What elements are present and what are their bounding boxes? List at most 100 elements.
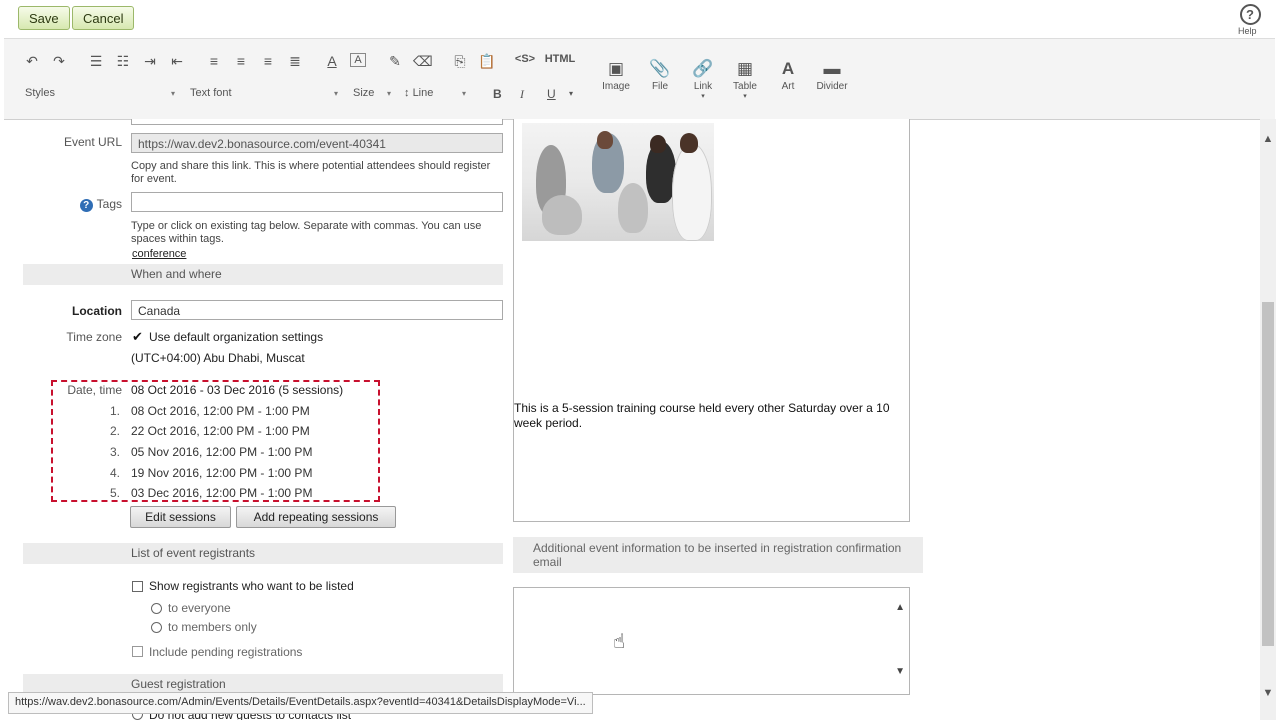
link-icon: 🔗 (692, 59, 714, 78)
title-field[interactable] (131, 119, 503, 125)
image-icon: ▣ (607, 59, 625, 78)
to-everyone-label: to everyone (168, 601, 231, 615)
description-editor[interactable]: This is a 5-session training course held… (513, 119, 910, 522)
show-registrants-label: Show registrants who want to be listed (149, 579, 354, 593)
tag-link-conference[interactable]: conference (132, 248, 186, 261)
scroll-up-icon[interactable]: ▲ (1260, 133, 1276, 145)
datetime-label: Date, time (67, 383, 122, 397)
art-icon: A (781, 59, 795, 78)
session-number: 1. (109, 404, 120, 418)
line-spacing-dropdown[interactable]: ↕ Line ▾ (404, 87, 472, 99)
help-button[interactable]: ? Help (1238, 4, 1262, 36)
font-color-icon[interactable]: A (323, 53, 341, 69)
confirmation-email-editor[interactable]: ▲ ▼ (513, 587, 910, 695)
add-repeating-sessions-button[interactable]: Add repeating sessions (236, 506, 396, 528)
file-button[interactable]: 📎 File (638, 59, 682, 92)
when-where-header: When and where (23, 264, 503, 285)
image-button[interactable]: ▣ Image (594, 59, 638, 92)
copy-icon[interactable]: ⎘ (451, 53, 469, 70)
help-label: Help (1238, 26, 1257, 36)
to-members-radio[interactable] (151, 622, 162, 633)
text-font-dropdown[interactable]: Text font ▾ (190, 87, 340, 99)
timezone-checkbox[interactable]: ✔ (132, 330, 143, 343)
save-button[interactable]: Save (18, 6, 70, 30)
indent-icon[interactable]: ⇥ (141, 53, 159, 70)
divider-label: Divider (816, 81, 848, 92)
styles-dropdown[interactable]: Styles ▾ (25, 87, 175, 99)
html-button[interactable]: HTML (542, 53, 578, 65)
align-center-icon[interactable]: ≡ (232, 53, 250, 69)
file-label: File (651, 81, 669, 92)
scroll-up-icon[interactable]: ▲ (895, 602, 905, 613)
show-registrants-checkbox[interactable] (132, 581, 143, 592)
include-pending-label: Include pending registrations (149, 645, 303, 659)
styles-label: Styles (25, 87, 55, 99)
align-left-icon[interactable]: ≡ (205, 53, 223, 69)
source-icon[interactable]: <S> (514, 53, 536, 65)
line-label: Line (412, 87, 434, 99)
text-font-label: Text font (190, 87, 232, 99)
hand-cursor-icon: ☝ (613, 631, 626, 653)
location-field[interactable]: Canada (131, 300, 503, 320)
to-members-label: to members only (168, 620, 257, 634)
align-justify-icon[interactable]: ≣ (286, 53, 304, 70)
bold-icon[interactable]: B (493, 87, 502, 101)
event-url-field[interactable]: https://wav.dev2.bonasource.com/event-40… (131, 133, 503, 153)
scroll-down-icon[interactable]: ▼ (1260, 687, 1276, 699)
include-pending-checkbox[interactable] (132, 646, 143, 657)
cancel-button[interactable]: Cancel (72, 6, 135, 30)
divider-button[interactable]: ▬ Divider (810, 59, 854, 92)
edit-sessions-button[interactable]: Edit sessions (130, 506, 231, 528)
highlight-icon[interactable]: A (350, 53, 366, 67)
table-button[interactable]: ▦ Table ▾ (723, 59, 767, 100)
size-label: Size (353, 87, 375, 99)
scrollbar-thumb[interactable] (1262, 302, 1274, 646)
session-datetime: 19 Nov 2016, 12:00 PM - 1:00 PM (131, 466, 313, 480)
timezone-checkbox-label: Use default organization settings (149, 330, 324, 344)
link-button[interactable]: 🔗 Link ▾ (681, 59, 725, 100)
art-button[interactable]: A Art (766, 59, 810, 92)
ordered-list-icon[interactable]: ☰ (87, 53, 105, 70)
additional-info-header: Additional event information to be inser… (513, 537, 923, 573)
format-painter-icon[interactable]: ✎ (386, 53, 404, 70)
chevron-down-icon: ▾ (701, 93, 705, 100)
underline-icon[interactable]: U (547, 87, 556, 101)
eraser-icon[interactable]: ⌫ (413, 53, 433, 70)
session-number: 2. (109, 424, 120, 438)
line-spacing-icon: ↕ (404, 87, 410, 99)
registrants-header: List of event registrants (23, 543, 503, 564)
chevron-down-icon: ▾ (171, 89, 176, 98)
align-right-icon[interactable]: ≡ (259, 53, 277, 69)
scroll-down-icon[interactable]: ▼ (895, 666, 905, 677)
unordered-list-icon[interactable]: ☷ (114, 53, 132, 70)
page-scrollbar[interactable]: ▲ ▼ (1260, 119, 1276, 720)
link-label: Link (693, 81, 713, 92)
undo-icon[interactable]: ↶ (23, 53, 41, 70)
size-dropdown[interactable]: Size ▾ (353, 87, 393, 99)
datetime-summary: 08 Oct 2016 - 03 Dec 2016 (5 sessions) (131, 383, 344, 397)
tags-label: Tags (96, 197, 122, 211)
session-number: 3. (109, 445, 120, 459)
paste-icon[interactable]: 📋 (478, 53, 496, 70)
italic-icon[interactable]: I (520, 87, 524, 102)
chevron-down-icon: ▾ (743, 93, 747, 100)
outdent-icon[interactable]: ⇤ (168, 53, 186, 70)
session-number: 5. (109, 486, 120, 500)
art-label: Art (781, 81, 795, 92)
tags-field[interactable] (131, 192, 503, 212)
location-label: Location (72, 304, 122, 318)
timezone-label: Time zone (66, 330, 122, 344)
chevron-down-icon: ▾ (334, 89, 339, 98)
redo-icon[interactable]: ↷ (50, 53, 68, 70)
event-url-help: Copy and share this link. This is where … (131, 160, 491, 185)
table-icon: ▦ (736, 59, 754, 78)
tags-help: Type or click on existing tag below. Sep… (131, 220, 482, 245)
description-text: This is a 5-session training course held… (514, 401, 890, 430)
paperclip-icon: 📎 (649, 59, 671, 78)
help-circle-icon[interactable]: ? (79, 199, 93, 212)
chevron-down-icon[interactable]: ▾ (569, 89, 573, 98)
chevron-down-icon: ▾ (462, 89, 467, 98)
divider-icon: ▬ (823, 59, 841, 78)
top-bar: Save Cancel ? Help (0, 0, 1280, 38)
to-everyone-radio[interactable] (151, 603, 162, 614)
